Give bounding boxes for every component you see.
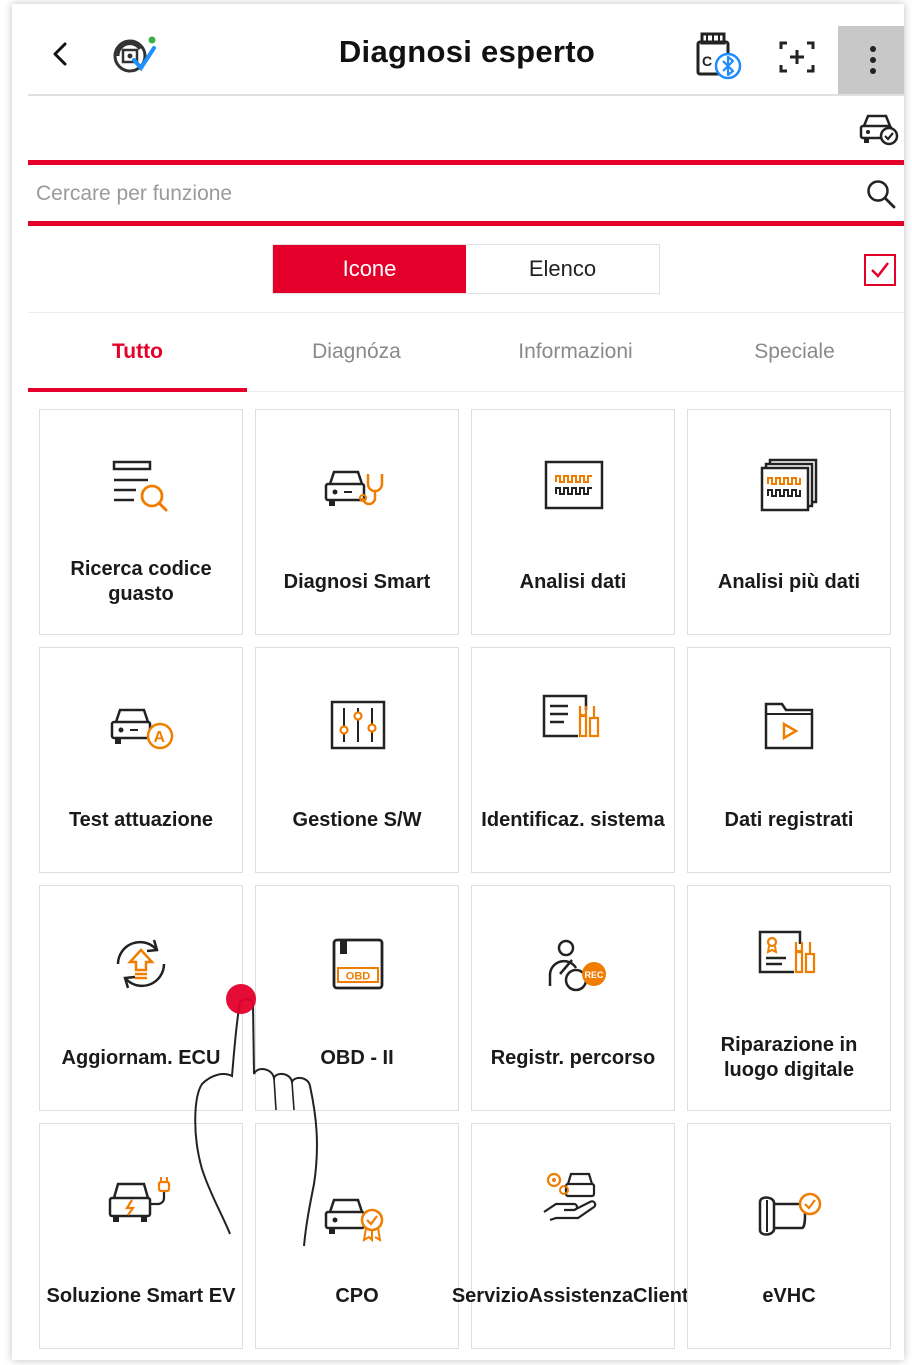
toggle-icons[interactable]: Icone bbox=[273, 245, 466, 293]
tile-label: ServizioAssistenzaClienti bbox=[451, 1284, 695, 1307]
tile-analisi-piu-dati[interactable]: Analisi più dati bbox=[687, 409, 891, 635]
search-input[interactable] bbox=[36, 177, 836, 211]
tile-label: CPO bbox=[335, 1284, 379, 1307]
page-title: Diagnosi esperto bbox=[338, 34, 596, 69]
smart-diagnosis-icon bbox=[324, 470, 384, 506]
system-identification-icon bbox=[542, 694, 600, 740]
tile-label: Test attuazione bbox=[68, 808, 214, 831]
screen-capture-button[interactable] bbox=[772, 34, 822, 80]
tile-label: Registr. percorso bbox=[490, 1046, 656, 1069]
tile-label: Dati registrati bbox=[724, 808, 854, 831]
fault-code-search-icon bbox=[112, 460, 168, 512]
multi-data-analysis-icon bbox=[760, 458, 818, 512]
tile-analisi-dati[interactable]: Analisi dati bbox=[471, 409, 675, 635]
checkmark-icon bbox=[871, 262, 889, 278]
header-bar: Diagnosi esperto C bbox=[12, 4, 904, 94]
vehicle-check-icon bbox=[859, 114, 899, 146]
tile-ricerca-codice-guasto[interactable]: Ricerca codice guasto bbox=[39, 409, 243, 635]
evhc-icon bbox=[758, 1192, 822, 1236]
category-tabs: Tutto Diagnóza Informazioni Speciale bbox=[28, 312, 904, 392]
more-options-button[interactable] bbox=[838, 26, 904, 94]
tab-tutto[interactable]: Tutto bbox=[28, 313, 247, 392]
svg-text:A: A bbox=[154, 729, 166, 746]
cpo-icon bbox=[324, 1198, 384, 1243]
actuation-test-icon: A bbox=[110, 708, 174, 750]
search-icon[interactable] bbox=[864, 177, 898, 211]
tile-soluzione-smart-ev[interactable]: Soluzione Smart EV bbox=[39, 1123, 243, 1349]
tile-label: Gestione S/W bbox=[292, 808, 422, 831]
software-management-icon bbox=[330, 700, 386, 750]
tile-identificaz-sistema[interactable]: Identificaz. sistema bbox=[471, 647, 675, 873]
tab-speciale[interactable]: Speciale bbox=[685, 313, 904, 391]
screen-capture-icon bbox=[779, 41, 815, 73]
recorded-data-icon bbox=[764, 702, 814, 750]
svg-text:REC: REC bbox=[584, 970, 604, 980]
bluetooth-device-button[interactable]: C bbox=[688, 30, 748, 82]
select-checkbox[interactable] bbox=[864, 254, 896, 286]
tile-gestione-sw[interactable]: Gestione S/W bbox=[255, 647, 459, 873]
tile-riparazione-luogo-digitale[interactable]: Riparazione in luogo digitale bbox=[687, 885, 891, 1111]
more-vertical-icon bbox=[870, 46, 876, 74]
tile-label: OBD - II bbox=[320, 1046, 394, 1069]
customer-service-icon bbox=[543, 1172, 597, 1222]
app-window: Diagnosi esperto C Cercare per funzione … bbox=[12, 4, 904, 1360]
tile-label: Diagnosi Smart bbox=[283, 570, 431, 593]
back-button[interactable] bbox=[40, 34, 80, 74]
smart-ev-icon bbox=[108, 1177, 171, 1222]
tile-aggiornam-ecu[interactable]: Aggiornam. ECU bbox=[39, 885, 243, 1111]
tile-label: Riparazione in luogo digitale bbox=[720, 1034, 858, 1081]
tile-evhc[interactable]: eVHC bbox=[687, 1123, 891, 1349]
ecu-update-icon bbox=[116, 939, 166, 989]
tab-informazioni[interactable]: Informazioni bbox=[466, 313, 685, 391]
tile-label: Ricerca codice guasto bbox=[70, 558, 212, 605]
tab-diagnoza[interactable]: Diagnóza bbox=[247, 313, 466, 391]
tile-label: Aggiornam. ECU bbox=[61, 1046, 221, 1069]
tile-label: Analisi dati bbox=[519, 570, 627, 593]
toggle-list[interactable]: Elenco bbox=[466, 245, 659, 293]
tile-label: Analisi più dati bbox=[717, 570, 861, 593]
tile-registr-percorso[interactable]: REC Registr. percorso bbox=[471, 885, 675, 1111]
tile-obd-ii[interactable]: OBD OBD - II bbox=[255, 885, 459, 1111]
tile-label: Identificaz. sistema bbox=[481, 808, 665, 831]
data-analysis-icon bbox=[544, 460, 604, 510]
header-divider bbox=[28, 94, 904, 96]
vci-connection-button[interactable] bbox=[106, 30, 162, 78]
tile-dati-registrati[interactable]: Dati registrati bbox=[687, 647, 891, 873]
tile-label: eVHC bbox=[762, 1284, 816, 1307]
tile-test-attuazione[interactable]: A Test attuazione bbox=[39, 647, 243, 873]
tile-cpo[interactable]: CPO bbox=[255, 1123, 459, 1349]
svg-text:C: C bbox=[702, 53, 712, 69]
search-bar bbox=[28, 160, 904, 226]
drive-record-icon: REC bbox=[548, 939, 606, 992]
chevron-left-icon bbox=[53, 42, 67, 66]
digital-repair-icon bbox=[758, 930, 818, 976]
view-toggle: Icone Elenco bbox=[272, 244, 660, 294]
obd-icon: OBD bbox=[332, 938, 384, 990]
tile-diagnosi-smart[interactable]: Diagnosi Smart bbox=[255, 409, 459, 635]
tile-label: Soluzione Smart EV bbox=[46, 1284, 236, 1307]
bluetooth-device-icon: C bbox=[696, 32, 742, 80]
svg-text:OBD: OBD bbox=[346, 971, 371, 983]
tile-servizio-assistenza-clienti[interactable]: ServizioAssistenzaClienti bbox=[451, 1123, 695, 1349]
vci-connected-icon bbox=[113, 36, 156, 73]
vehicle-check-button[interactable] bbox=[856, 108, 900, 148]
